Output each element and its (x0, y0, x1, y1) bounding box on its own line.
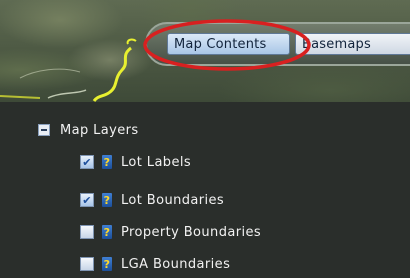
layer-item: ? LGA Boundaries (80, 254, 230, 274)
layer-label: LGA Boundaries (121, 256, 231, 272)
checkmark-icon: ✔ (82, 155, 92, 169)
layer-checkbox[interactable] (80, 257, 94, 271)
layer-checkbox[interactable]: ✔ (80, 193, 94, 207)
map-view[interactable]: Map Contents Basemaps (0, 0, 410, 102)
tab-basemaps[interactable]: Basemaps (295, 33, 410, 55)
layer-label: Lot Labels (121, 154, 192, 170)
tab-bar: Map Contents Basemaps (145, 22, 410, 66)
layer-checkbox[interactable]: ✔ (80, 155, 94, 169)
layer-group-map-layers[interactable]: Map Layers (38, 120, 139, 140)
help-question-icon[interactable]: ? (102, 193, 112, 207)
collapse-minus-icon[interactable] (38, 124, 50, 136)
help-question-icon[interactable]: ? (102, 155, 112, 169)
layer-label: Property Boundaries (121, 224, 262, 240)
layer-item: ✔ ? Lot Labels (80, 152, 191, 172)
layer-item: ? Property Boundaries (80, 222, 261, 242)
layer-label: Lot Boundaries (121, 192, 225, 208)
help-question-icon[interactable]: ? (102, 257, 112, 271)
layer-group-label: Map Layers (60, 122, 139, 138)
layer-item: ✔ ? Lot Boundaries (80, 190, 224, 210)
checkmark-icon: ✔ (82, 193, 92, 207)
help-question-icon[interactable]: ? (102, 225, 112, 239)
tab-map-contents[interactable]: Map Contents (167, 33, 290, 55)
layer-checkbox[interactable] (80, 225, 94, 239)
layers-panel: Map Layers ✔ ? Lot Labels ✔ ? Lot Bounda… (0, 102, 410, 278)
